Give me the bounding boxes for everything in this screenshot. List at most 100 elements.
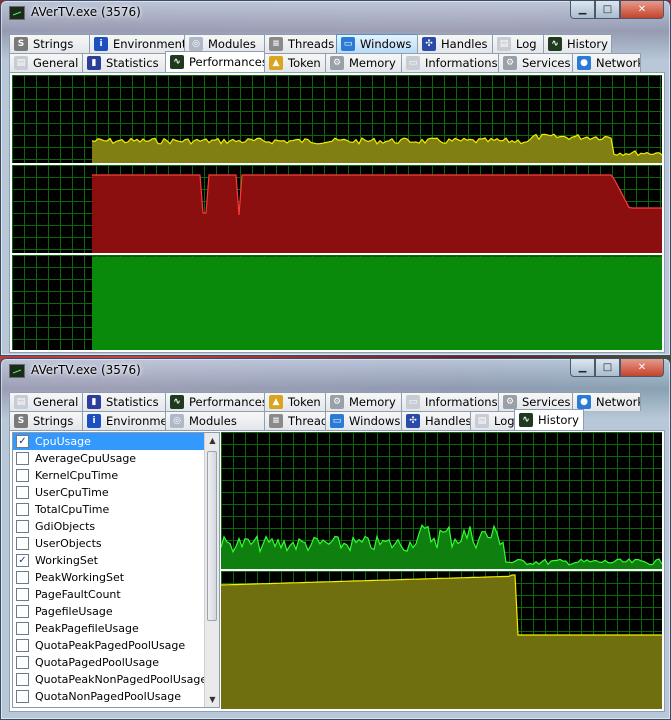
history-item-gdiobjects[interactable]: GdiObjects: [13, 518, 219, 535]
history-checkbox[interactable]: [16, 639, 29, 652]
history-item-kernelcputime[interactable]: KernelCpuTime: [13, 467, 219, 484]
tab-memory[interactable]: ⚙ Memory: [325, 392, 402, 411]
tab-label: Strings: [33, 37, 74, 51]
history-item-peakworkingset[interactable]: PeakWorkingSet: [13, 569, 219, 586]
history-checkbox[interactable]: [16, 673, 29, 686]
io-usage-graph: [12, 255, 662, 350]
tab-label: General: [33, 395, 79, 409]
tab-performances[interactable]: ∿ Performances: [165, 392, 265, 411]
tab-statistics[interactable]: ▮ Statistics: [82, 53, 166, 72]
history-item-pagefileusage[interactable]: PagefileUsage: [13, 603, 219, 620]
title-bar[interactable]: AVerTV.exe (3576) ▁ □ ✕: [1, 359, 670, 383]
history-item-workingset[interactable]: ✓ WorkingSet: [13, 552, 219, 569]
network-icon: ●: [577, 395, 591, 409]
tab-statistics[interactable]: ▮ Statistics: [82, 392, 166, 411]
close-button[interactable]: ✕: [620, 1, 664, 19]
history-checkbox[interactable]: [16, 537, 29, 550]
tab-memory[interactable]: ⚙ Memory: [325, 53, 402, 72]
history-item-label: KernelCpuTime: [35, 469, 119, 482]
history-item-label: PeakWorkingSet: [35, 571, 125, 584]
tab-handles[interactable]: ✣ Handles: [401, 411, 471, 430]
performances-icon: ∿: [170, 55, 184, 69]
history-item-cpuusage[interactable]: ✓ CpuUsage: [13, 433, 219, 450]
history-checkbox[interactable]: [16, 452, 29, 465]
tab-informations[interactable]: ▭ Informations: [401, 53, 499, 72]
tab-log[interactable]: ▤ Log: [492, 34, 544, 53]
history-item-label: UserObjects: [35, 537, 102, 550]
history-item-peakpagefileusage[interactable]: PeakPagefileUsage: [13, 620, 219, 637]
tab-label: Statistics: [106, 395, 159, 409]
scroll-down-arrow-icon[interactable]: ▼: [205, 692, 219, 707]
history-checkbox[interactable]: [16, 520, 29, 533]
history-checkbox[interactable]: ✓: [16, 435, 29, 448]
history-checkbox[interactable]: [16, 690, 29, 703]
tab-windows[interactable]: ▭ Windows: [325, 411, 402, 430]
tab-label: Statistics: [106, 56, 159, 70]
tab-informations[interactable]: ▭ Informations: [401, 392, 499, 411]
history-checkbox[interactable]: [16, 605, 29, 618]
tab-general[interactable]: ▤ General: [9, 392, 83, 411]
cpu-usage-graph: [12, 75, 662, 163]
history-item-pagefaultcount[interactable]: PageFaultCount: [13, 586, 219, 603]
tab-modules[interactable]: ◎ Modules: [165, 411, 265, 430]
tab-windows[interactable]: ▭ Windows: [336, 34, 418, 53]
threads-icon: ≡: [269, 37, 283, 51]
history-checkbox[interactable]: [16, 503, 29, 516]
history-checkbox[interactable]: [16, 588, 29, 601]
history-counter-list[interactable]: ✓ CpuUsage AverageCpuUsage KernelCpuTime Use…: [12, 432, 220, 708]
minimize-button[interactable]: ▁: [570, 1, 595, 19]
history-checkbox[interactable]: ✓: [16, 554, 29, 567]
strings-icon: S: [14, 414, 28, 428]
tab-label: Network: [596, 395, 641, 409]
tab-label: History: [538, 413, 579, 427]
history-item-quotanonpagedpoolusage[interactable]: QuotaNonPagedPoolUsage: [13, 688, 219, 705]
history-panel: ✓ CpuUsage AverageCpuUsage KernelCpuTime Use…: [9, 430, 665, 712]
history-item-userobjects[interactable]: UserObjects: [13, 535, 219, 552]
tab-network[interactable]: ● Network: [572, 53, 641, 72]
history-checkbox[interactable]: [16, 469, 29, 482]
tab-token[interactable]: ▲ Token: [264, 392, 326, 411]
tab-strings[interactable]: S Strings: [9, 411, 83, 430]
tab-general[interactable]: ▤ General: [9, 53, 83, 72]
tab-environment[interactable]: i Environment: [82, 411, 166, 430]
history-item-averagecpuusage[interactable]: AverageCpuUsage: [13, 450, 219, 467]
minimize-button[interactable]: ▁: [570, 359, 595, 377]
tab-label: Informations: [425, 56, 498, 70]
close-button[interactable]: ✕: [620, 359, 664, 377]
tab-label: Modules: [189, 414, 237, 428]
tab-label: History: [567, 37, 608, 51]
tab-services[interactable]: ⚙ Services: [498, 53, 573, 72]
history-items: ✓ CpuUsage AverageCpuUsage KernelCpuTime Use…: [13, 433, 219, 705]
list-scrollbar[interactable]: ▲ ▼: [204, 433, 219, 707]
history-item-quotapeakpagedpoolusage[interactable]: QuotaPeakPagedPoolUsage: [13, 637, 219, 654]
tab-log[interactable]: ▤ Log: [470, 411, 515, 430]
statistics-icon: ▮: [87, 395, 101, 409]
maximize-button[interactable]: □: [595, 359, 620, 377]
scroll-thumb[interactable]: [207, 451, 217, 621]
tab-threads[interactable]: ≡ Threads: [264, 34, 337, 53]
history-item-usercputime[interactable]: UserCpuTime: [13, 484, 219, 501]
history-checkbox[interactable]: [16, 486, 29, 499]
history-item-totalcputime[interactable]: TotalCpuTime: [13, 501, 219, 518]
tab-performances[interactable]: ∿ Performances: [165, 51, 265, 72]
tab-handles[interactable]: ✣ Handles: [417, 34, 493, 53]
log-icon: ▤: [475, 414, 489, 428]
tab-token[interactable]: ▲ Token: [264, 53, 326, 72]
history-item-quotapeaknonpagedpoolusage[interactable]: QuotaPeakNonPagedPoolUsage: [13, 671, 219, 688]
windows-icon: ▭: [341, 37, 355, 51]
general-icon: ▤: [14, 395, 28, 409]
maximize-button[interactable]: □: [595, 1, 620, 19]
history-checkbox[interactable]: [16, 656, 29, 669]
statistics-icon: ▮: [87, 56, 101, 70]
memory-icon: ⚙: [330, 395, 344, 409]
history-item-quotapagedpoolusage[interactable]: QuotaPagedPoolUsage: [13, 654, 219, 671]
tab-strings[interactable]: S Strings: [9, 34, 90, 53]
title-bar[interactable]: AVerTV.exe (3576) ▁ □ ✕: [1, 1, 670, 25]
history-checkbox[interactable]: [16, 622, 29, 635]
tab-history[interactable]: ∿ History: [543, 34, 612, 53]
tab-history[interactable]: ∿ History: [514, 409, 584, 430]
process-window-history: AVerTV.exe (3576) ▁ □ ✕ ▤ General ▮ Statist…: [0, 358, 671, 720]
scroll-up-arrow-icon[interactable]: ▲: [205, 433, 219, 448]
tab-threads[interactable]: ≡ Threads: [264, 411, 326, 430]
history-checkbox[interactable]: [16, 571, 29, 584]
